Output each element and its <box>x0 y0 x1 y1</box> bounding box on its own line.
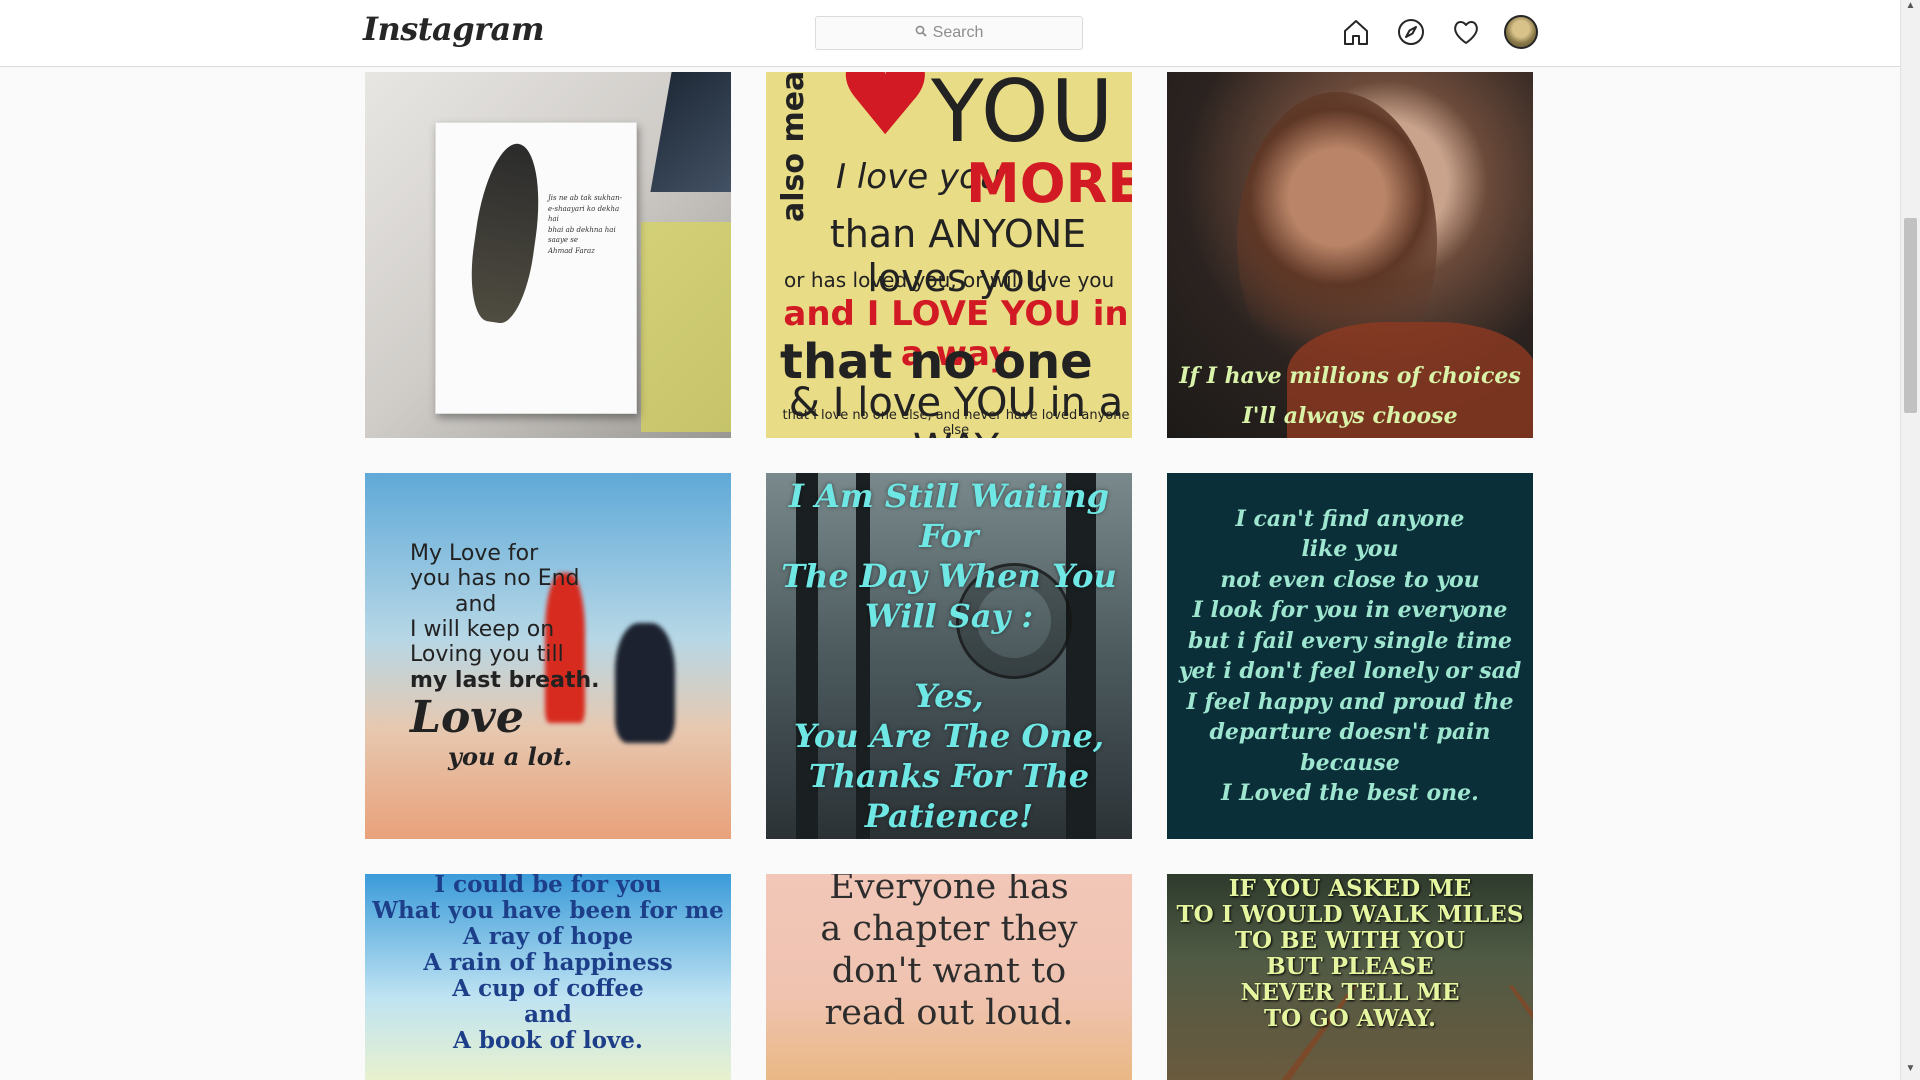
heart-graphic: ♥ <box>836 72 935 160</box>
scrollbar-thumb[interactable] <box>1904 218 1917 413</box>
quote-line: Loving you till <box>410 642 564 668</box>
post-tile-i-love-you-poster[interactable]: ♥ YOU also means I love you MORE than AN… <box>766 72 1132 438</box>
caption-line: I'll always choose <box>1242 403 1458 429</box>
tile-decor <box>641 222 731 432</box>
quote-line: because <box>1300 749 1400 776</box>
quote-line: What you have been for me <box>372 897 724 924</box>
quote-line: IF YOU ASKED ME <box>1228 875 1472 902</box>
quote-line: Love <box>410 691 524 743</box>
post-tile-proposal[interactable]: My Love for you has no End and I will ke… <box>365 473 731 839</box>
quote-line: Yes, <box>914 677 984 715</box>
quote-line: I could be for you <box>434 874 662 898</box>
poster-text: YOU <box>931 72 1116 162</box>
profile-avatar[interactable] <box>1504 15 1538 49</box>
quote-line: Patience! <box>864 797 1034 835</box>
explore-icon[interactable] <box>1394 15 1428 49</box>
quote-line: A ray of hope <box>462 923 634 950</box>
quote-line: TO I WOULD WALK MILES <box>1176 901 1524 928</box>
quote-line: BUT PLEASE <box>1266 953 1434 980</box>
poster-text: or has loved you, or will love you <box>784 268 1115 292</box>
quote-line: My Love for <box>410 541 539 567</box>
quote-line: NEVER TELL ME <box>1240 979 1460 1006</box>
instagram-logo[interactable]: Instagram <box>363 10 545 48</box>
tile-quote: My Love for you has no End and I will ke… <box>365 541 599 771</box>
quote-line: I look for you in everyone <box>1192 597 1508 623</box>
quote-line: Thanks For The <box>808 757 1090 795</box>
search-placeholder: Search <box>932 24 984 41</box>
quote-line: and <box>524 1001 572 1028</box>
quote-line: I Loved the best one. <box>1221 780 1479 806</box>
poster-text: that I love no one else, and never have … <box>782 408 1130 438</box>
tile-quote: I could be for you What you have been fo… <box>372 874 724 1054</box>
card-image: Jis ne ab tak sukhan-e-shaayari ko dekha… <box>435 122 637 414</box>
quote-line: Everyone has <box>829 874 1069 907</box>
quote-line: I can't find anyone <box>1235 505 1465 532</box>
tile-caption: If I have millions of choices I'll alway… <box>1179 356 1520 438</box>
quote-line: A cup of coffee <box>452 975 644 1002</box>
post-tile-coffee-quote[interactable]: I could be for you What you have been fo… <box>365 874 731 1080</box>
scroll-down-arrow-icon[interactable]: ▼ <box>1901 1063 1920 1080</box>
quote-line: read out loud. <box>824 993 1074 1033</box>
couple-image <box>615 623 675 743</box>
tile-decor <box>650 72 731 192</box>
quote-line: You Are The One, <box>793 717 1105 755</box>
quote-line: and <box>455 591 497 617</box>
quote-line: A book of love. <box>453 1027 643 1054</box>
quote-line: A rain of happiness <box>423 949 673 976</box>
post-tile-chapter-quote[interactable]: Everyone has a chapter they don't want t… <box>766 874 1132 1080</box>
page-scrollbar[interactable]: ▲ ▼ <box>1900 0 1920 1080</box>
tile-quote: I Am Still Waiting For The Day When You … <box>766 476 1132 836</box>
verse-line: bhai ab dekhna hai saaye se <box>548 225 616 245</box>
quote-line: My Love for <box>410 541 599 566</box>
scroll-up-arrow-icon[interactable]: ▲ <box>1901 0 1920 17</box>
nav-icons <box>1339 15 1538 49</box>
caption-line: If I have millions of choices <box>1179 363 1521 389</box>
quote-line: TO BE WITH YOU <box>1234 927 1466 954</box>
quote-line: you a lot. <box>448 742 573 772</box>
feather-portrait-image <box>463 139 549 327</box>
poster-text: MORE <box>966 152 1132 215</box>
quote-line: don't want to <box>831 951 1067 991</box>
verse-line: Jis ne ab tak sukhan-e-shaayari ko dekha… <box>548 194 622 223</box>
quote-line: a chapter they <box>820 909 1078 949</box>
quote-line: like you <box>1301 536 1399 562</box>
quote-line: you has no End <box>410 566 580 592</box>
activity-heart-icon[interactable] <box>1449 15 1483 49</box>
post-tile-railway-quote[interactable]: IF YOU ASKED ME TO I WOULD WALK MILES TO… <box>1167 874 1533 1080</box>
tile-quote: I can't find anyone like you not even cl… <box>1179 504 1521 809</box>
quote-line: Will Say : <box>864 597 1034 635</box>
search-icon <box>915 24 927 42</box>
search-box[interactable]: Search <box>815 16 1083 50</box>
post-tile-feather-card[interactable]: Jis ne ab tak sukhan-e-shaayari ko dekha… <box>365 72 731 438</box>
quote-line: but i fail every single time <box>1187 627 1513 654</box>
top-navbar: Instagram Search <box>0 0 1900 67</box>
quote-line: yet i don't feel lonely or sad <box>1178 658 1522 684</box>
card-verse: Jis ne ab tak sukhan-e-shaayari ko dekha… <box>548 193 628 256</box>
post-tile-forest-quote[interactable]: I Am Still Waiting For The Day When You … <box>766 473 1132 839</box>
quote-line: I Am Still Waiting For <box>788 477 1110 555</box>
quote-line: TO GO AWAY. <box>1263 1005 1437 1032</box>
quote-line: I feel happy and proud the <box>1186 688 1514 715</box>
quote-line: The Day When You <box>781 557 1117 595</box>
post-tile-woman-portrait[interactable]: If I have millions of choices I'll alway… <box>1167 72 1533 438</box>
poster-text: also means <box>776 72 811 222</box>
tile-quote: IF YOU ASKED ME TO I WOULD WALK MILES TO… <box>1177 876 1524 1032</box>
home-icon[interactable] <box>1339 15 1373 49</box>
verse-line: Ahmad Faraz <box>548 246 595 255</box>
tile-quote: Everyone has a chapter they don't want t… <box>820 874 1077 1034</box>
quote-line: my last breath. <box>410 667 600 693</box>
post-tile-text-quote[interactable]: I can't find anyone like you not even cl… <box>1167 473 1533 839</box>
quote-line: not even close to you <box>1220 566 1480 593</box>
quote-line: departure doesn't pain <box>1209 719 1491 745</box>
quote-line: I will keep on <box>410 616 555 642</box>
